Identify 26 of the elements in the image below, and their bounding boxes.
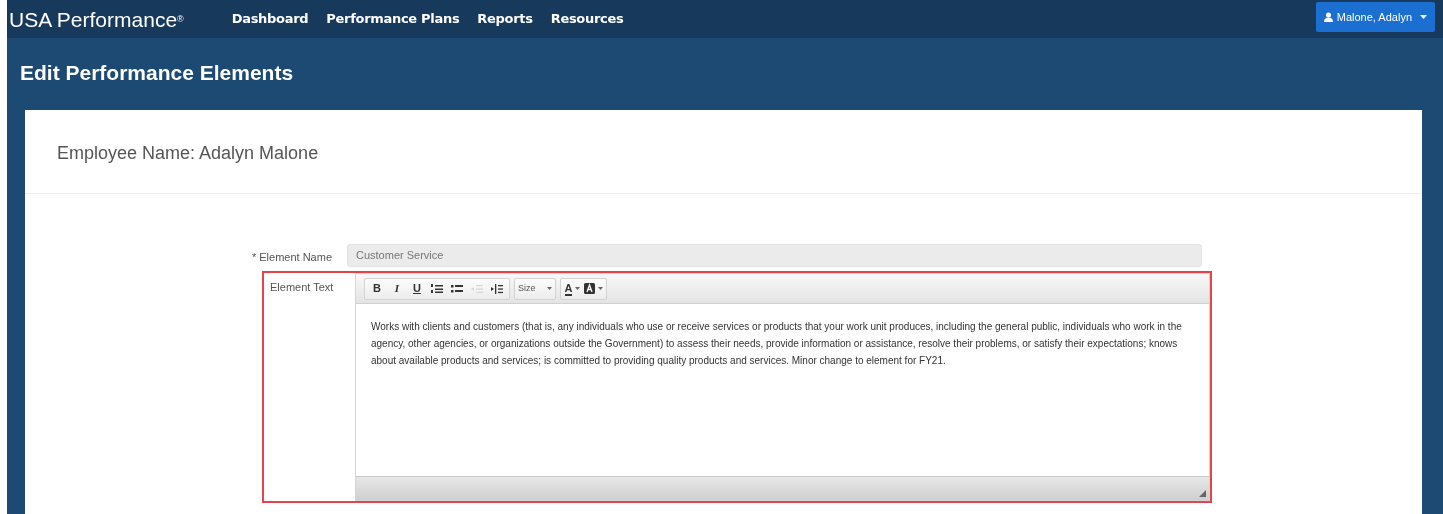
caret-icon [575,287,581,290]
user-menu-button[interactable]: Malone, Adalyn [1315,2,1435,32]
resize-handle-icon[interactable] [1199,490,1206,497]
element-name-field[interactable]: Customer Service [347,244,1202,267]
field-label: Element Text [270,281,334,293]
page-title: Edit Performance Elements [19,60,295,87]
nav-link[interactable]: Dashboard [231,9,309,29]
field-label: * Element Name [251,251,332,263]
employee-name-heading: Employee Name: Adalyn Malone [57,142,319,165]
nav-link[interactable]: Performance Plans [326,9,460,29]
italic-button[interactable]: I [388,279,406,298]
bold-button[interactable]: B [368,279,386,298]
caret-icon [546,287,552,290]
highlight-icon [583,283,595,294]
caret-icon [1420,15,1427,19]
user-icon [1323,12,1333,22]
indent-icon [491,283,503,294]
underline-button[interactable]: U [408,279,426,298]
caret-icon [597,287,603,290]
outdent-icon [471,283,483,294]
nav-link[interactable]: Reports [477,9,533,29]
bullet-list-icon [451,283,463,294]
editor-text[interactable]: Works with clients and customers (that is, any individuals who use or receive services or products that your work unit produces, including the general public, individuals who work in the agency, other agencies, or organizations outside the Government) to assess their needs, provide information or assistance, resolve their problems, or satisfy their expectations; knows about available products and services; is committed to providing quality products and services. Minor change to element for FY21. [356,304,1209,476]
brand-logo[interactable]: USA Performance$^{®}$ [7,8,184,30]
nav-link[interactable]: Resources [550,9,624,29]
numbered-list-icon [431,283,443,294]
